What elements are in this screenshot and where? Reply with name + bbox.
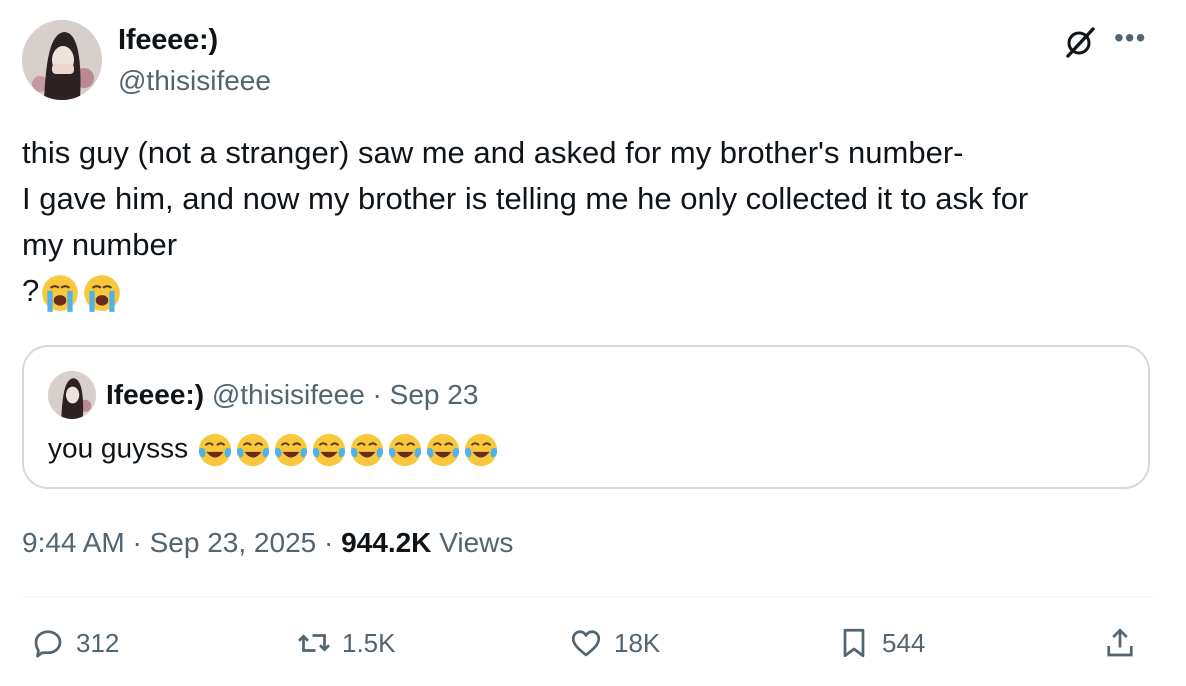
repost-button[interactable]: 1.5K xyxy=(296,625,396,661)
author-name[interactable]: Ifeeee:) xyxy=(118,24,218,57)
like-count: 18K xyxy=(614,627,661,658)
tweet-line: my number xyxy=(22,227,178,262)
quote-header: Ifeeee:) @thisisifeee · Sep 23 xyxy=(106,379,478,411)
quote-author-name[interactable]: Ifeeee:) xyxy=(106,379,204,410)
repost-icon xyxy=(298,634,330,652)
views-label: Views xyxy=(439,527,514,558)
reply-count: 312 xyxy=(76,627,120,658)
heart-icon xyxy=(571,630,601,657)
author-avatar[interactable] xyxy=(22,20,102,100)
repost-count: 1.5K xyxy=(342,627,396,658)
quote-separator: · xyxy=(372,379,382,410)
reply-icon xyxy=(34,630,62,658)
meta-separator: · xyxy=(132,527,142,558)
tweet-time[interactable]: 9:44 AM xyxy=(22,527,125,558)
question-mark: ? xyxy=(22,273,40,308)
more-icon[interactable]: ••• xyxy=(1114,24,1146,52)
bookmark-icon xyxy=(843,628,865,658)
laughing-crying-icon xyxy=(274,433,308,467)
bookmark-button[interactable]: 544 xyxy=(836,625,925,661)
laughing-crying-icon xyxy=(388,433,422,467)
laughing-crying-icon xyxy=(312,433,346,467)
laughing-crying-icon xyxy=(350,433,384,467)
crying-face-icon xyxy=(84,274,121,312)
quote-date[interactable]: Sep 23 xyxy=(390,379,479,410)
crying-face-icon xyxy=(42,274,79,312)
grok-icon[interactable] xyxy=(1062,24,1098,60)
quote-author-avatar[interactable] xyxy=(48,371,96,419)
share-button[interactable] xyxy=(1102,625,1148,661)
quoted-tweet[interactable]: Ifeeee:) @thisisifeee · Sep 23 you guyss… xyxy=(22,345,1150,489)
tweet-meta: 9:44 AM · Sep 23, 2025 · 944.2K Views xyxy=(22,527,513,559)
meta-separator: · xyxy=(324,527,334,558)
author-handle[interactable]: @thisisifeee xyxy=(118,65,271,97)
reply-button[interactable]: 312 xyxy=(30,625,119,661)
tweet-line-emoji: ? xyxy=(22,268,1162,314)
tweet-line: I gave him, and now my brother is tellin… xyxy=(22,181,1029,216)
laughing-emojis xyxy=(196,432,500,467)
share-icon xyxy=(1107,628,1133,657)
quote-text-content: you guysss xyxy=(48,432,189,464)
laughing-crying-icon xyxy=(236,433,270,467)
tweet-line: this guy (not a stranger) saw me and ask… xyxy=(22,135,964,170)
laughing-crying-icon xyxy=(464,433,498,467)
laughing-crying-icon xyxy=(198,433,232,467)
quote-author-handle[interactable]: @thisisifeee xyxy=(212,379,365,410)
bookmark-count: 544 xyxy=(882,627,926,658)
tweet-text: this guy (not a stranger) saw me and ask… xyxy=(22,130,1162,314)
divider xyxy=(22,596,1154,597)
like-button[interactable]: 18K xyxy=(568,625,660,661)
views-count: 944.2K xyxy=(341,527,432,558)
tweet-date[interactable]: Sep 23, 2025 xyxy=(150,527,317,558)
laughing-crying-icon xyxy=(426,433,460,467)
quote-text: you guysss xyxy=(48,431,500,469)
